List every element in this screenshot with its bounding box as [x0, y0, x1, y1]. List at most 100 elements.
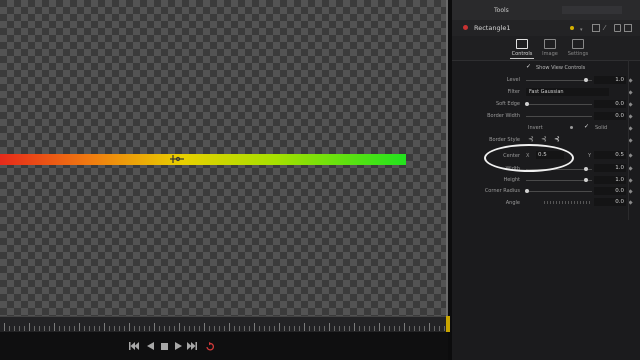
ruler-tick	[89, 326, 90, 331]
tab-controls[interactable]: Controls	[510, 39, 534, 57]
ruler-tick	[139, 326, 140, 331]
ruler-tick	[204, 323, 205, 331]
ruler-tick	[34, 326, 35, 331]
version-icon[interactable]	[592, 24, 600, 32]
ruler-tick	[354, 323, 355, 331]
ruler-tick	[289, 326, 290, 331]
level-slider-knob[interactable]	[584, 78, 588, 82]
ruler-tick	[394, 326, 395, 331]
corner-radius-slider-knob[interactable]	[525, 189, 529, 193]
skip-to-end-icon[interactable]	[186, 341, 198, 351]
stop-icon[interactable]	[158, 341, 170, 351]
height-value[interactable]: 1.0	[594, 176, 626, 184]
soft-edge-slider[interactable]	[526, 104, 592, 105]
ruler-tick	[169, 326, 170, 331]
lock-icon[interactable]	[614, 24, 621, 32]
height-slider-knob[interactable]	[584, 178, 588, 182]
tab-image-label: Image	[542, 51, 558, 57]
ruler-tick	[24, 326, 25, 331]
width-slider-knob[interactable]	[584, 167, 588, 171]
ruler-tick	[44, 326, 45, 331]
time-ruler[interactable]	[0, 316, 450, 333]
tool-enable-icon[interactable]	[463, 25, 468, 30]
soft-edge-value[interactable]: 0.0	[594, 100, 626, 108]
ruler-tick	[9, 326, 10, 331]
angle-thumbwheel[interactable]	[544, 201, 590, 204]
ruler-tick	[229, 323, 230, 331]
ruler-tick	[259, 326, 260, 331]
angle-value[interactable]: 0.0	[594, 198, 626, 206]
tab-image[interactable]: Image	[538, 39, 562, 57]
border-style-round-icon[interactable]: ⊰	[528, 135, 534, 143]
corner-radius-value[interactable]: 0.0	[594, 187, 626, 195]
border-width-label: Border Width	[487, 113, 520, 119]
ruler-tick	[19, 326, 20, 331]
reset-icon[interactable]	[624, 24, 632, 32]
pick-icon[interactable]: ⁄	[604, 24, 605, 32]
loop-icon[interactable]	[204, 341, 216, 351]
level-value[interactable]: 1.0	[594, 76, 626, 84]
angle-label: Angle	[505, 200, 520, 206]
ruler-tick	[269, 326, 270, 331]
border-width-value[interactable]: 0.0	[594, 112, 626, 120]
border-width-slider[interactable]	[526, 116, 592, 117]
chevron-down-icon[interactable]: ▾	[580, 27, 583, 33]
ruler-tick	[364, 326, 365, 331]
ruler-tick	[299, 326, 300, 331]
ruler-tick	[124, 326, 125, 331]
soft-edge-label: Soft Edge	[495, 101, 520, 107]
ruler-tick	[209, 326, 210, 331]
tab-tools[interactable]: Tools	[494, 7, 509, 14]
invert-toggle[interactable]	[570, 126, 573, 129]
height-slider[interactable]	[526, 180, 592, 181]
skip-to-start-icon[interactable]	[128, 341, 140, 351]
invert-label: Invert	[528, 125, 543, 131]
soft-edge-slider-knob[interactable]	[525, 102, 529, 106]
ruler-tick	[99, 326, 100, 331]
ruler-tick	[79, 323, 80, 331]
filter-dropdown[interactable]: Fast Gaussian	[526, 88, 609, 96]
ruler-tick	[414, 326, 415, 331]
center-y-value[interactable]: 0.5	[594, 151, 626, 159]
image-icon	[544, 39, 556, 49]
filter-label: Filter	[507, 89, 520, 95]
ruler-tick	[129, 323, 130, 331]
border-style-miter-icon[interactable]: ⊰	[554, 135, 560, 143]
solid-checkbox[interactable]: ✓	[584, 124, 590, 130]
play-reverse-icon[interactable]	[144, 341, 156, 351]
ruler-tick	[404, 323, 405, 331]
ruler-tick	[174, 326, 175, 331]
ruler-tick	[184, 326, 185, 331]
play-icon[interactable]	[172, 341, 184, 351]
ruler-tick	[324, 326, 325, 331]
ruler-tick	[219, 326, 220, 331]
color-dot-icon[interactable]	[570, 26, 574, 30]
ruler-tick	[379, 323, 380, 331]
ruler-tick	[29, 323, 30, 331]
viewer-divider[interactable]	[446, 0, 448, 332]
center-crosshair-icon[interactable]	[168, 152, 186, 166]
ruler-tick	[444, 326, 445, 331]
ruler-tick	[14, 326, 15, 331]
ruler-tick	[114, 326, 115, 331]
width-value[interactable]: 1.0	[594, 164, 626, 172]
ruler-tick	[159, 326, 160, 331]
corner-radius-label: Corner Radius	[484, 188, 520, 194]
ruler-tick	[374, 326, 375, 331]
tool-name-label: Rectangle1	[474, 24, 511, 32]
tab-settings[interactable]: Settings	[566, 39, 590, 57]
transport-bar	[0, 332, 448, 360]
ruler-tick	[334, 326, 335, 331]
timeline-end-marker[interactable]	[446, 316, 450, 332]
show-view-controls-checkbox[interactable]: ✓	[526, 64, 532, 70]
header-tab-blank[interactable]	[562, 6, 622, 14]
level-slider[interactable]	[526, 80, 592, 81]
ruler-tick	[39, 326, 40, 331]
inspector-scrollbar[interactable]	[628, 60, 629, 220]
border-style-bevel-icon[interactable]: ⊰	[541, 135, 547, 143]
ruler-tick	[369, 326, 370, 331]
ruler-tick	[199, 326, 200, 331]
ruler-tick	[384, 326, 385, 331]
ruler-tick	[319, 326, 320, 331]
corner-radius-slider[interactable]	[526, 191, 592, 192]
